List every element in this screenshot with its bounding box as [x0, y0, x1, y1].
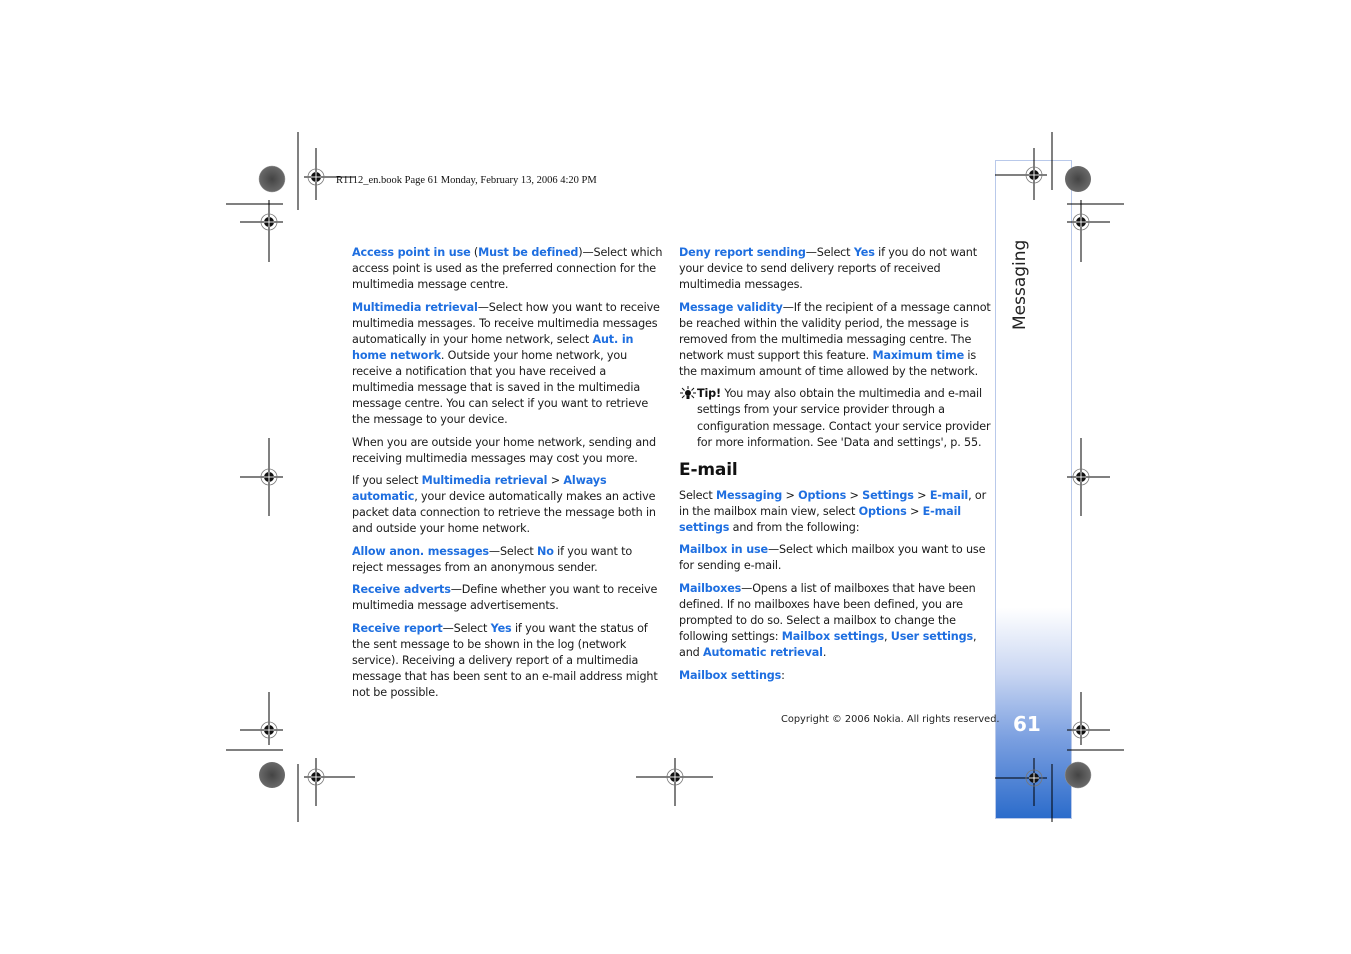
paragraph-always-automatic: If you select Multimedia retrieval > Alw…	[352, 474, 656, 536]
keyword: Maximum time	[872, 348, 965, 362]
section-heading-email: E-mail	[679, 459, 738, 480]
keyword: No	[536, 544, 554, 558]
keyword: E-mail	[929, 488, 969, 502]
lightbulb-icon	[680, 386, 696, 400]
keyword: Mailbox in use	[679, 543, 768, 557]
setting-mailbox-settings: Mailbox settings:	[679, 668, 785, 682]
keyword: Deny report sending	[679, 246, 806, 259]
keyword: Messaging	[716, 488, 783, 502]
keyword: Receive report	[352, 621, 443, 635]
keyword: Must be defined	[478, 246, 579, 259]
keyword: Yes	[490, 621, 512, 635]
keyword: Mailboxes	[679, 581, 742, 595]
setting-multimedia-retrieval: Multimedia retrieval—Select how you want…	[352, 300, 660, 427]
keyword: Options	[798, 488, 847, 502]
tip-text: You may also obtain the multimedia and e…	[697, 387, 991, 449]
setting-receive-adverts: Receive adverts—Define whether you want …	[352, 583, 658, 613]
print-header: R1112_en.book Page 61 Monday, February 1…	[336, 175, 597, 186]
keyword: Settings	[862, 488, 914, 502]
crop-marks	[226, 132, 1124, 822]
chapter-tab-label: Messaging	[1010, 239, 1030, 330]
setting-message-validity: Message validity—If the recipient of a m…	[679, 300, 991, 378]
left-column: Access point in use (Must be defined)—Se…	[352, 245, 664, 708]
setting-mailboxes: Mailboxes—Opens a list of mailboxes that…	[679, 581, 977, 660]
keyword: Automatic retrieval	[703, 646, 823, 660]
keyword: Multimedia retrieval	[421, 474, 548, 488]
setting-receive-report: Receive report—Select Yes if you want th…	[352, 621, 658, 700]
keyword: Message validity	[679, 300, 783, 314]
keyword: Yes	[853, 246, 875, 259]
copyright-notice: Copyright © 2006 Nokia. All rights reser…	[781, 714, 1000, 725]
page-number: 61	[1013, 712, 1041, 736]
tip-label: Tip!	[697, 387, 721, 401]
tip-box: Tip! You may also obtain the multimedia …	[679, 386, 991, 450]
keyword: Receive adverts	[352, 583, 451, 597]
paragraph-email-path: Select Messaging > Options > Settings > …	[679, 488, 987, 534]
keyword: Access point in use	[352, 246, 471, 259]
setting-mailbox-in-use: Mailbox in use—Select which mailbox you …	[679, 543, 986, 573]
keyword: User settings	[890, 630, 973, 644]
keyword: Mailbox settings	[679, 668, 782, 682]
setting-deny-report: Deny report sending—Select Yes if you do…	[679, 246, 977, 292]
paragraph-cost-note: When you are outside your home network, …	[352, 435, 656, 465]
keyword: Options	[858, 504, 907, 518]
setting-allow-anon: Allow anon. messages—Select No if you wa…	[352, 544, 633, 574]
keyword: Multimedia retrieval	[352, 300, 478, 314]
keyword: Allow anon. messages	[352, 544, 489, 558]
keyword: Mailbox settings	[781, 630, 884, 644]
right-column: Deny report sending—Select Yes if you do…	[679, 245, 991, 690]
setting-access-point: Access point in use (Must be defined)—Se…	[352, 246, 663, 292]
